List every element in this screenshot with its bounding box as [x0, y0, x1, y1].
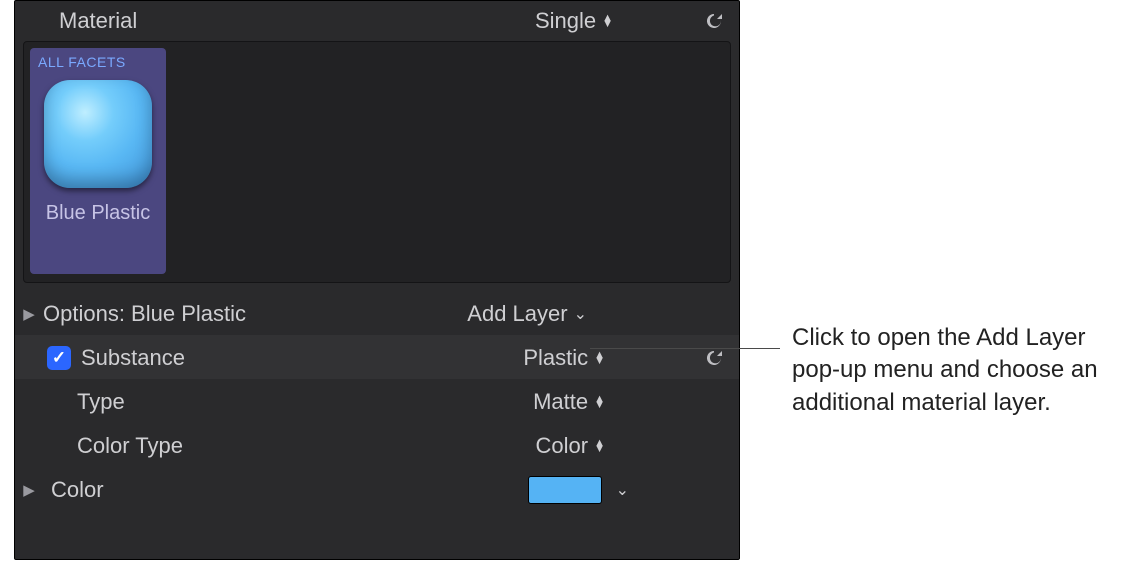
facets-well: ALL FACETS Blue Plastic [23, 41, 731, 283]
material-preview-swatch [44, 80, 152, 188]
material-inspector-panel: Material Single ▲▼ ALL FACETS Blue Plast… [14, 0, 740, 560]
callout-text: Click to open the Add Layer pop-up menu … [792, 322, 1122, 419]
updown-arrows-icon: ▲▼ [594, 396, 605, 408]
color-row: ▶ Color ⌄ [15, 467, 739, 511]
disclosure-triangle-icon[interactable]: ▶ [15, 305, 43, 323]
add-layer-popup[interactable]: Add Layer ⌄ [467, 301, 587, 327]
color-swatch[interactable] [528, 476, 602, 504]
substance-checkbox[interactable]: ✓ [47, 346, 71, 370]
color-type-value: Color [536, 433, 589, 459]
type-value: Matte [533, 389, 588, 415]
substance-row: ✓ Substance Plastic ▲▼ [15, 335, 739, 379]
add-layer-label: Add Layer [467, 301, 567, 327]
disclosure-triangle-icon[interactable]: ▶ [15, 481, 43, 499]
options-row: ▶ Options: Blue Plastic Add Layer ⌄ [15, 291, 739, 335]
updown-arrows-icon: ▲▼ [602, 15, 613, 27]
reset-icon[interactable] [703, 347, 725, 369]
material-header: Material Single ▲▼ [15, 1, 739, 41]
color-well[interactable]: ⌄ [528, 476, 629, 504]
substance-label: Substance [81, 345, 185, 371]
color-type-popup[interactable]: Color ▲▼ [536, 433, 605, 459]
type-label: Type [77, 389, 125, 415]
type-row: Type Matte ▲▼ [15, 379, 739, 423]
updown-arrows-icon: ▲▼ [594, 440, 605, 452]
material-mode-value: Single [535, 8, 596, 34]
substance-value: Plastic [523, 345, 588, 371]
reset-icon[interactable] [703, 10, 725, 32]
color-type-row: Color Type Color ▲▼ [15, 423, 739, 467]
facet-header: ALL FACETS [36, 52, 128, 74]
chevron-down-icon: ⌄ [574, 304, 587, 324]
facet-name: Blue Plastic [46, 202, 151, 225]
chevron-down-icon: ⌄ [616, 480, 629, 500]
material-title: Material [59, 8, 137, 34]
options-label: Options: Blue Plastic [43, 301, 246, 327]
material-mode-popup[interactable]: Single ▲▼ [535, 8, 613, 34]
callout-leader-line [590, 348, 780, 349]
type-popup[interactable]: Matte ▲▼ [533, 389, 605, 415]
facet-card[interactable]: ALL FACETS Blue Plastic [30, 48, 166, 274]
color-type-label: Color Type [77, 433, 183, 459]
color-label: Color [51, 477, 104, 503]
updown-arrows-icon: ▲▼ [594, 352, 605, 364]
